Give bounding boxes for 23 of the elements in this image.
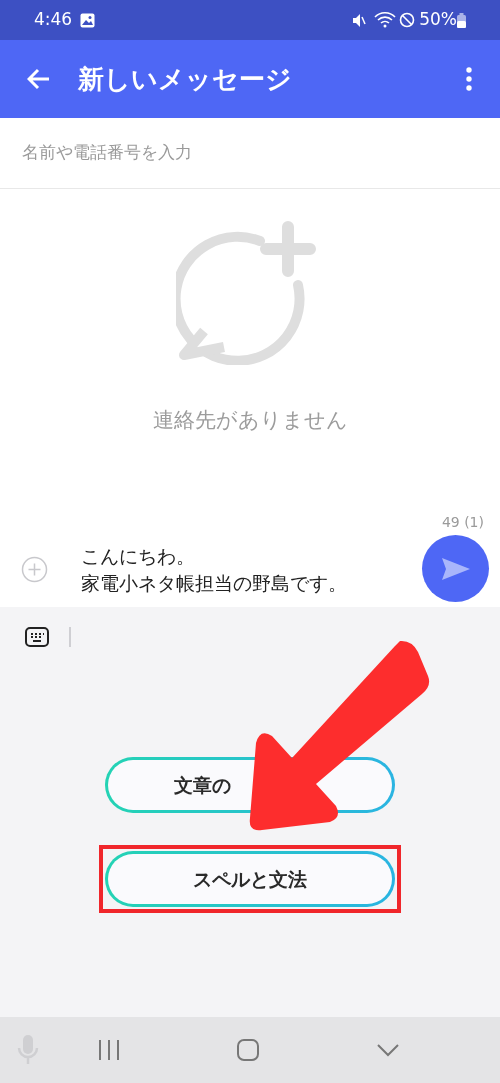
empty-state-message: 連絡先がありません bbox=[152, 407, 348, 434]
app-title: 新しいメッセージ bbox=[78, 62, 292, 96]
more-options-icon bbox=[466, 67, 472, 91]
collapse-icon[interactable] bbox=[376, 1043, 400, 1057]
status-time: 4:46 bbox=[34, 8, 73, 32]
battery-percentage: 50% bbox=[419, 8, 457, 32]
mute-icon bbox=[352, 12, 367, 28]
message-text-line: 家電小ネタ帳担当の野島です。 bbox=[81, 571, 347, 596]
wifi-icon bbox=[374, 12, 397, 28]
recipient-field[interactable]: 名前や電話番号を入力 bbox=[22, 140, 478, 166]
message-field[interactable]: こんにちわ。 家電小ネタ帳担当の野島です。 bbox=[81, 543, 347, 607]
send-icon bbox=[440, 556, 471, 581]
back-button[interactable] bbox=[26, 66, 52, 92]
keyboard-icon[interactable] bbox=[25, 627, 49, 647]
message-text-line: こんにちわ。 bbox=[81, 544, 196, 569]
back-arrow-icon bbox=[27, 68, 51, 90]
character-counter: 49 (1) bbox=[441, 513, 484, 532]
do-not-disturb-icon bbox=[399, 12, 416, 28]
more-options-button[interactable] bbox=[464, 66, 474, 92]
home-icon[interactable] bbox=[236, 1038, 260, 1062]
recent-apps-icon[interactable] bbox=[98, 1039, 120, 1061]
battery-icon bbox=[457, 12, 466, 28]
image-icon bbox=[80, 12, 96, 28]
